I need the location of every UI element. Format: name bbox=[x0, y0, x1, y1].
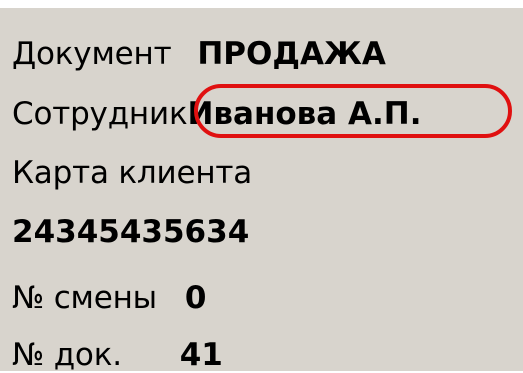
client-card-value-row: 24345435634 bbox=[12, 214, 249, 250]
shift-label: № смены bbox=[12, 280, 157, 316]
doc-number-row: № док. 41 bbox=[12, 337, 223, 373]
shift-row: № смены 0 bbox=[12, 280, 206, 316]
document-value: ПРОДАЖА bbox=[197, 36, 386, 72]
employee-row: СотрудникИванова А.П. bbox=[12, 96, 421, 132]
employee-value: Иванова А.П. bbox=[187, 96, 422, 132]
document-row: Документ ПРОДАЖА bbox=[12, 36, 386, 72]
client-card-label-row: Карта клиента bbox=[12, 155, 252, 191]
doc-number-label: № док. bbox=[12, 337, 122, 373]
shift-value: 0 bbox=[184, 280, 207, 316]
client-card-value: 24345435634 bbox=[12, 214, 250, 250]
employee-label: Сотрудник bbox=[12, 96, 188, 132]
client-card-label: Карта клиента bbox=[12, 155, 253, 191]
doc-number-value: 41 bbox=[179, 337, 223, 373]
document-label: Документ bbox=[12, 36, 172, 72]
